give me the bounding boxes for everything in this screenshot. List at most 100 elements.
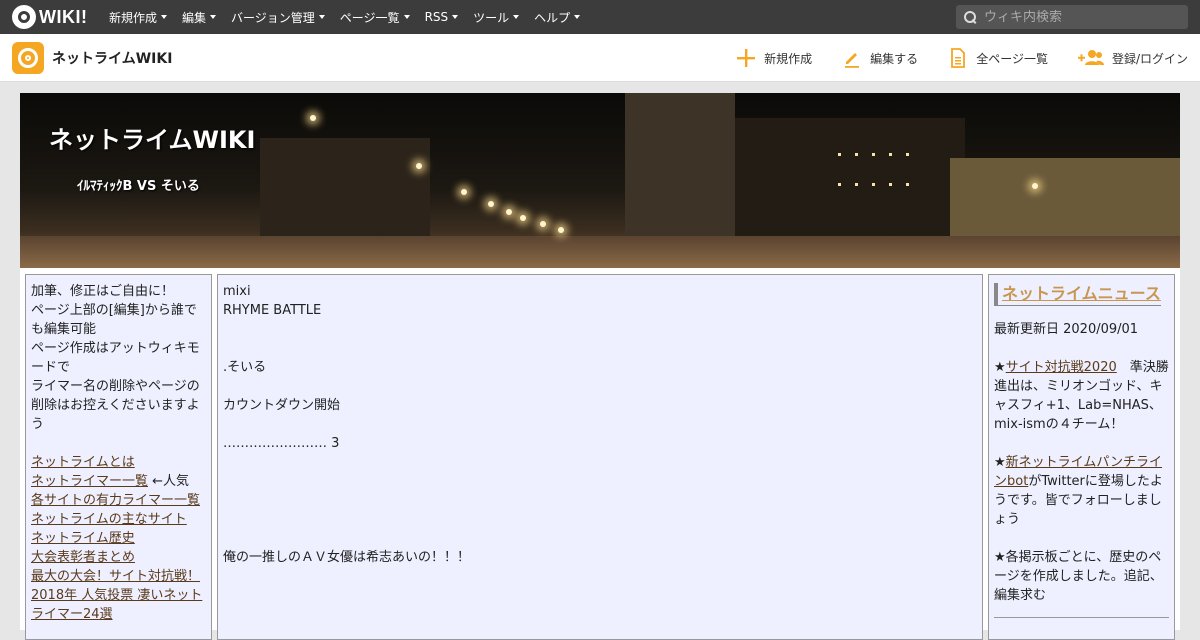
article-line: 俺の一推しのＡＶ女優は希志あいの！！！ [223, 550, 471, 565]
article-line [223, 491, 977, 510]
atwiki-logo[interactable]: WIKI! [12, 5, 90, 29]
sidebar-link-row: ネットライム歴史 [31, 529, 206, 548]
window-light [838, 183, 841, 186]
menu-version[interactable]: バージョン管理 [231, 9, 325, 26]
sidebar-link-row: 最大の大会！サイト対抗戦！ [31, 567, 206, 586]
sidebar-link[interactable]: ネットライマー一覧 [31, 474, 148, 489]
menu-pages[interactable]: ページ一覧 [340, 9, 410, 26]
content-columns: 加筆、修正はご自由に！ ページ上部の[編集]から誰でも編集可能 ページ作成はアッ… [25, 274, 1175, 640]
site-name[interactable]: ネットライムWIKI [52, 48, 172, 68]
sidebar-link[interactable]: 2018年 人気投票 凄いネットライマー24選 [31, 588, 202, 622]
article-line [223, 529, 977, 548]
global-header: WIKI! 新規作成 編集 バージョン管理 ページ一覧 RSS ツール ヘルプ [0, 0, 1200, 34]
news-item: ★新ネットライムパンチラインbotがTwitterに登場したようです。皆でフォロ… [994, 453, 1169, 529]
all-pages-button[interactable]: 全ページ一覧 [948, 48, 1048, 68]
edit-button[interactable]: 編集する [842, 48, 918, 68]
document-icon [951, 48, 966, 68]
news-heading[interactable]: ネットライムニュース [994, 283, 1161, 306]
caret-down-icon [318, 15, 325, 19]
star-marker: ★ [994, 455, 1006, 470]
menu-new[interactable]: 新規作成 [109, 9, 168, 26]
window-light [872, 183, 875, 186]
news-item: ★各掲示板ごとに、歴史のページを作成しました。追記、編集求む [994, 550, 1163, 603]
page-wrapper: ネットライムWIKI ｲﾙﾏﾃｨｯｸB VS そいる 加筆、修正はご自由に！ ペ… [20, 93, 1180, 640]
lamp-light [540, 221, 546, 227]
lamp-light [520, 215, 526, 221]
article-line [223, 453, 977, 472]
window-light [855, 153, 858, 156]
menu-tools[interactable]: ツール [473, 9, 520, 26]
lamp-light [461, 189, 467, 195]
login-button[interactable]: 登録/ログイン [1077, 48, 1188, 68]
sidebar-link[interactable]: 最大の大会！サイト対抗戦！ [31, 569, 200, 584]
building-shape [260, 138, 430, 238]
caret-down-icon [452, 15, 459, 19]
news-link[interactable]: サイト対抗戦2020 [1006, 360, 1117, 375]
article-line: …………………… 3 [223, 436, 340, 451]
article-line: カウントダウン開始 [223, 398, 341, 413]
all-pages-label: 全ページ一覧 [976, 51, 1048, 66]
article-line [223, 377, 977, 396]
sidebar-link-note: ←人気 [148, 474, 190, 489]
sidebar-link-row: ネットライマー一覧 ←人気 [31, 472, 206, 491]
global-menu: 新規作成 編集 バージョン管理 ページ一覧 RSS ツール ヘルプ [109, 9, 595, 26]
sidebar-link[interactable]: ネットライムの主なサイト [31, 512, 187, 527]
menu-help-label: ヘルプ [534, 10, 571, 25]
lamp-light [1032, 183, 1038, 189]
road-shape [20, 236, 1180, 268]
sidebar-intro-text: 加筆、修正はご自由に！ ページ上部の[編集]から誰でも編集可能 ページ作成はアッ… [31, 284, 200, 432]
plus-icon [737, 49, 756, 67]
menu-edit-label: 編集 [182, 10, 207, 25]
menu-edit[interactable]: 編集 [182, 9, 217, 26]
article-line [223, 415, 977, 434]
window-light [838, 153, 841, 156]
building-shape [625, 93, 735, 238]
add-user-icon [1077, 50, 1104, 65]
window-light [889, 153, 892, 156]
article-line [223, 339, 977, 358]
caret-down-icon [403, 15, 410, 19]
site-header: ネットライムWIKI 新規作成 編集する 全ページ一覧 登録/ログイン [0, 34, 1200, 82]
lamp-light [506, 209, 512, 215]
lamp-light [416, 163, 422, 169]
news-updated: 最新更新日 2020/09/01 [994, 322, 1139, 337]
caret-down-icon [210, 15, 217, 19]
caret-down-icon [161, 15, 168, 19]
window-light [872, 153, 875, 156]
sidebar-link[interactable]: 大会表彰者まとめ [31, 550, 135, 565]
article-line [223, 320, 977, 339]
menu-version-label: バージョン管理 [231, 10, 315, 25]
sidebar-link-row: 2018年 人気投票 凄いネットライマー24選 [31, 586, 206, 624]
article-line: RHYME BATTLE [223, 303, 322, 318]
menu-pages-label: ページ一覧 [339, 10, 400, 25]
news-item: ★サイト対抗戦2020 準決勝進出は、ミリオンゴッド、キャスフィ+1、Lab=N… [994, 358, 1169, 434]
sidebar-link[interactable]: 各サイトの有力ライマー一覧 [31, 493, 200, 508]
lamp-light [488, 201, 494, 207]
sidebar-link[interactable]: ネットライムとは [31, 455, 135, 470]
sidebar-link-row: 大会表彰者まとめ [31, 548, 206, 567]
left-sidebar: 加筆、修正はご自由に！ ページ上部の[編集]から誰でも編集可能 ページ作成はアッ… [25, 274, 212, 640]
building-shape [950, 158, 1180, 238]
menu-tools-label: ツール [473, 10, 510, 25]
article-line [223, 510, 977, 529]
site-actions: 新規作成 編集する 全ページ一覧 登録/ログイン [706, 34, 1188, 82]
edit-label: 編集する [870, 51, 919, 66]
menu-rss[interactable]: RSS [425, 9, 459, 26]
new-page-label: 新規作成 [764, 51, 813, 66]
sidebar-link-row: ネットライムとは [31, 453, 206, 472]
search-input[interactable] [984, 9, 1184, 25]
menu-help[interactable]: ヘルプ [534, 9, 581, 26]
new-page-button[interactable]: 新規作成 [736, 48, 812, 68]
building-shape [735, 118, 965, 238]
caret-down-icon [513, 15, 520, 19]
banner-subtitle: ｲﾙﾏﾃｨｯｸB VS そいる [77, 179, 200, 194]
sidebar-link[interactable]: ネットライム歴史 [31, 531, 135, 546]
site-logo-icon[interactable] [12, 41, 44, 74]
menu-new-label: 新規作成 [109, 10, 158, 25]
window-light [855, 183, 858, 186]
article-line: mixi [223, 284, 251, 299]
